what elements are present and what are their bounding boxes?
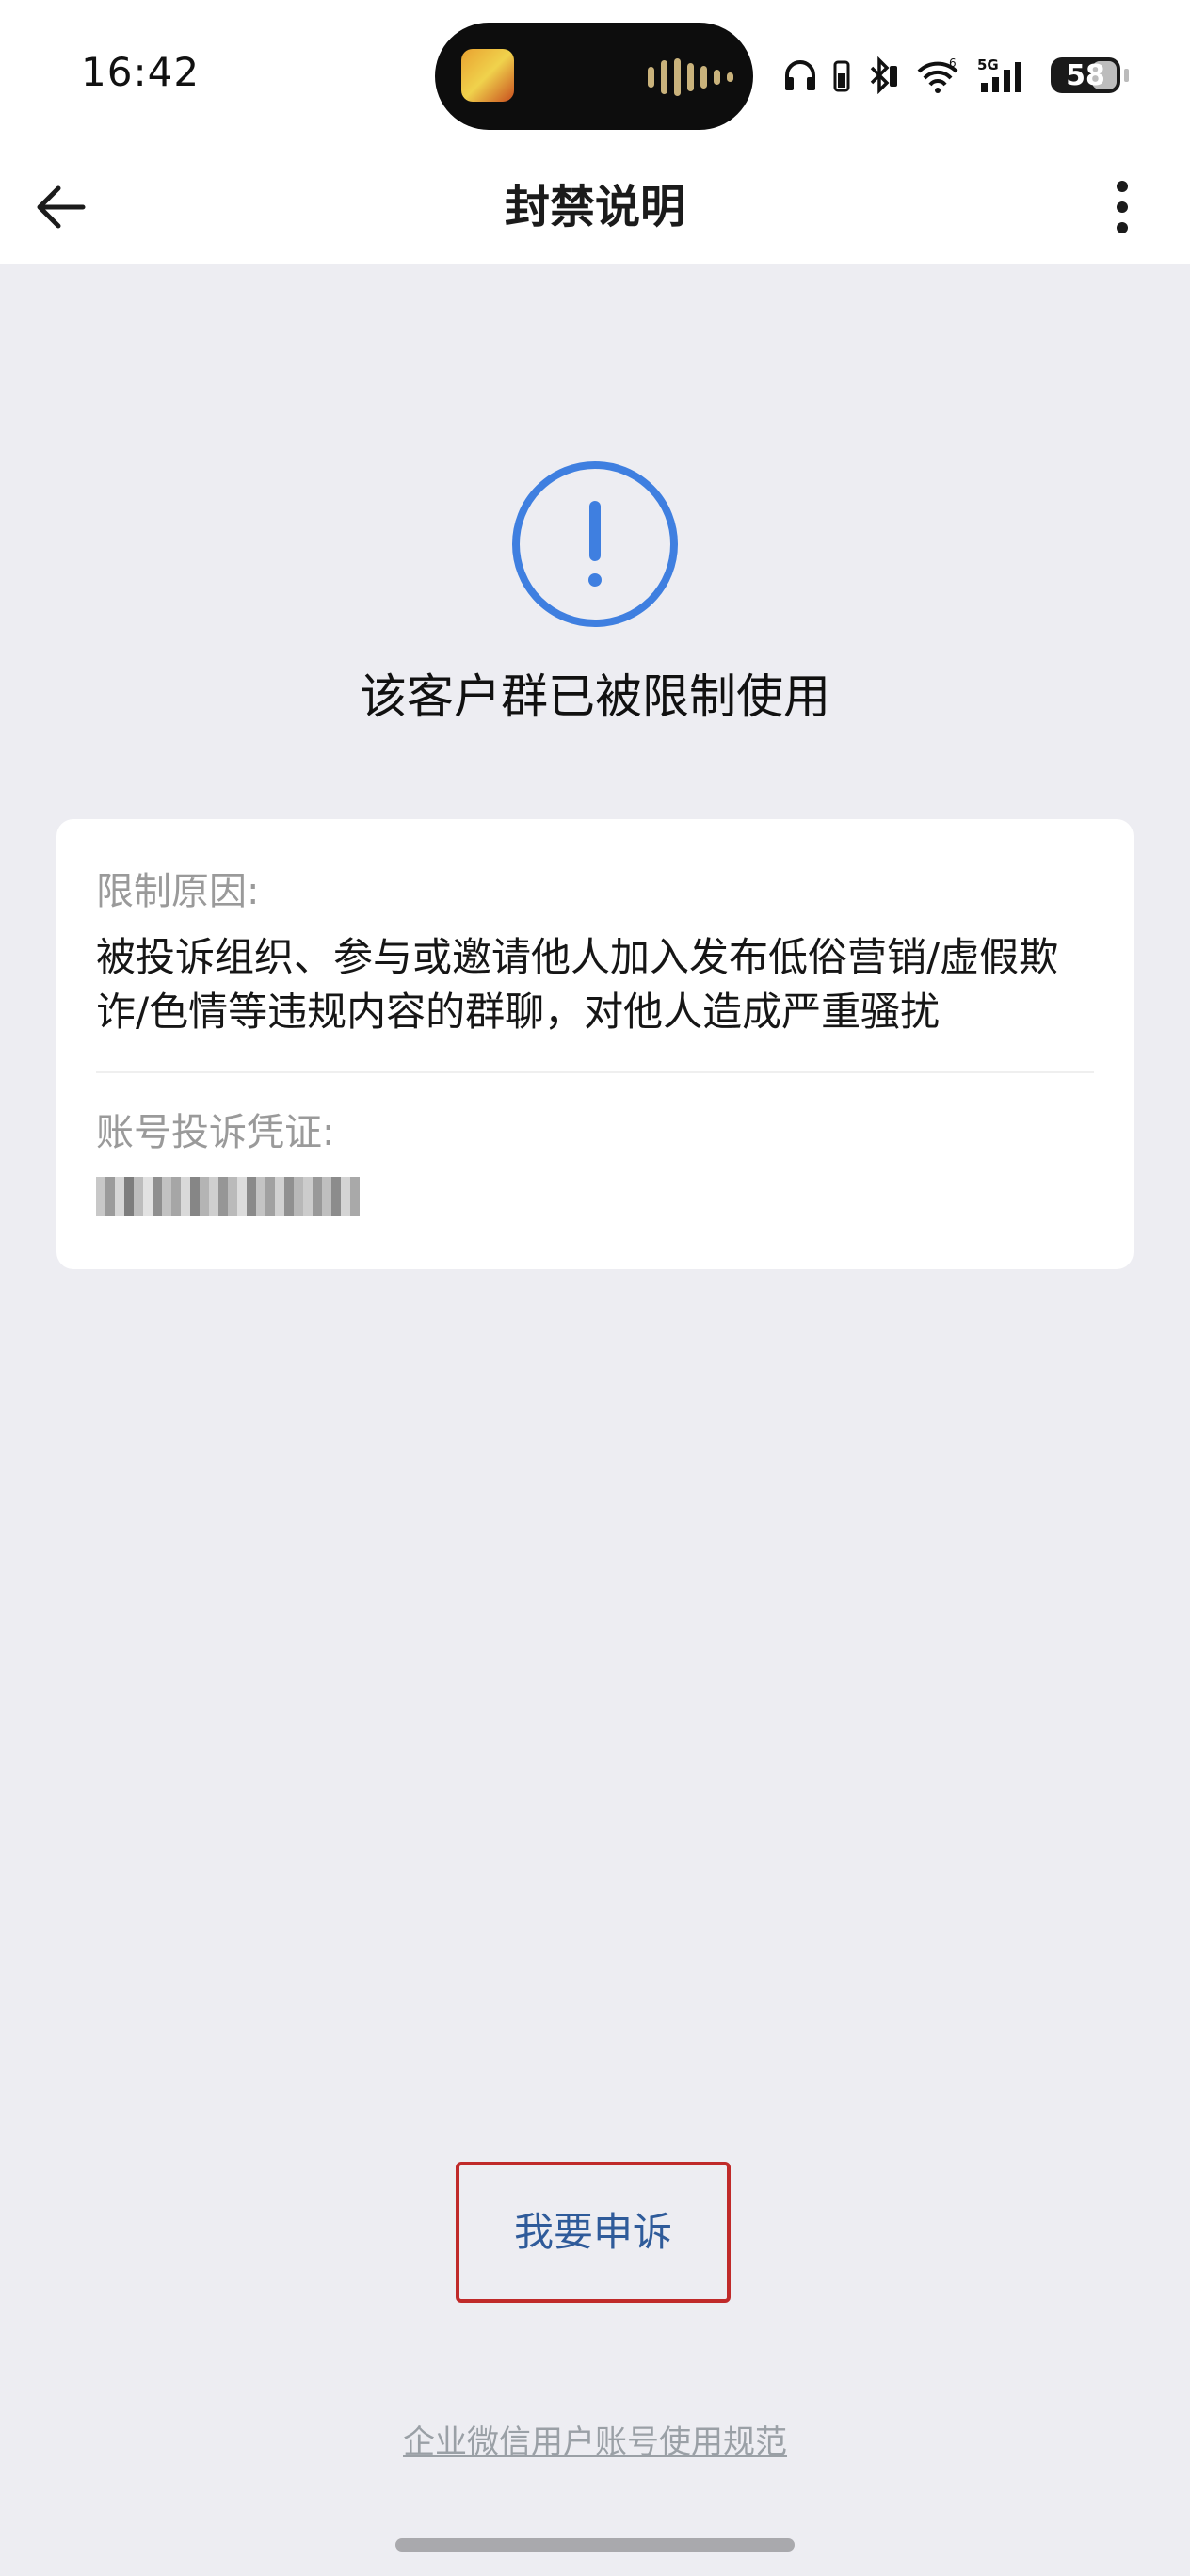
- earbud-battery-icon: [833, 60, 850, 92]
- battery-level: 58: [1066, 59, 1105, 92]
- restriction-headline: 该客户群已被限制使用: [360, 669, 830, 724]
- wifi-icon: 6: [917, 56, 958, 93]
- bluetooth-icon: [870, 56, 897, 94]
- evidence-label: 账号投诉凭证:: [96, 1111, 335, 1154]
- status-icons: 6 5G 58: [781, 49, 1129, 102]
- vertical-ellipsis-icon: [1117, 181, 1128, 233]
- home-indicator[interactable]: [395, 2538, 795, 2552]
- detail-card: 限制原因: 被投诉组织、参与或邀请他人加入发布低俗营销/虚假欺诈/色情等违规内容…: [56, 819, 1134, 1269]
- evidence-id-redacted: [96, 1177, 360, 1216]
- reason-text: 被投诉组织、参与或邀请他人加入发布低俗营销/虚假欺诈/色情等违规内容的群聊，对他…: [96, 934, 1059, 1035]
- back-button[interactable]: [26, 171, 98, 243]
- app-thumbnail-icon: [461, 49, 514, 102]
- arrow-left-icon: [37, 185, 86, 229]
- battery-tip: [1124, 69, 1129, 82]
- audio-wave-icon: [648, 58, 733, 96]
- battery-icon: 58: [1051, 57, 1120, 93]
- exclamation-circle-icon: [512, 461, 678, 627]
- usage-policy-link[interactable]: 企业微信用户账号使用规范: [0, 2416, 1190, 2462]
- reason-label: 限制原因:: [96, 870, 260, 913]
- more-button[interactable]: [1094, 171, 1150, 243]
- signal-icon: 5G: [977, 56, 1021, 92]
- appeal-button[interactable]: 我要申诉: [456, 2162, 731, 2303]
- dynamic-island[interactable]: [435, 23, 753, 130]
- status-time: 16:42: [81, 49, 201, 95]
- headphones-icon: [785, 60, 815, 90]
- svg-text:5G: 5G: [977, 56, 999, 73]
- card-divider: [96, 1071, 1094, 1073]
- status-bar: 16:42 6 5G 58: [0, 0, 1190, 151]
- page-title: 封禁说明: [504, 181, 685, 233]
- nav-bar: 封禁说明: [0, 151, 1190, 264]
